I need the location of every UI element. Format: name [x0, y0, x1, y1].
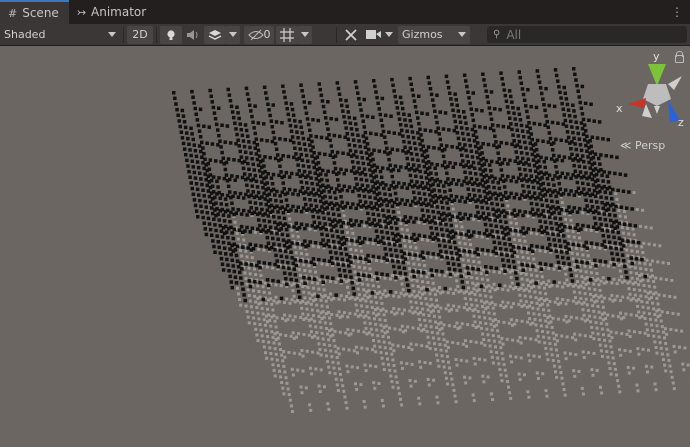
axis-z-label: z: [678, 116, 684, 129]
chevron-down-icon: [108, 32, 116, 37]
divider: [156, 26, 157, 43]
tab-scene-label: Scene: [22, 6, 59, 20]
chevron-down-icon: [384, 32, 393, 37]
scene-viewport[interactable]: [0, 46, 690, 447]
tools-icon: [345, 28, 357, 41]
gizmos-label: Gizmos: [402, 28, 443, 41]
chevron-down-icon: [458, 32, 466, 37]
hidden-count: 0: [263, 28, 271, 41]
more-options-icon[interactable]: ⋮: [671, 5, 684, 19]
grid-snap-icon: [280, 27, 294, 42]
axis-y-label: y: [653, 50, 660, 63]
search-icon: ⚲: [493, 29, 501, 40]
neg-y-cone[interactable]: [654, 106, 660, 114]
audio-toggle-button[interactable]: [182, 26, 204, 44]
effects-dropdown[interactable]: [226, 25, 240, 44]
center-cube[interactable]: [643, 84, 671, 106]
animator-icon: ↣: [76, 5, 87, 19]
grid-icon: #: [8, 6, 18, 20]
perspective-icon: ≪: [620, 139, 632, 152]
tab-scene[interactable]: # Scene: [0, 0, 69, 24]
hidden-objects-toggle[interactable]: 0: [244, 25, 274, 44]
camera-icon: [365, 30, 381, 39]
gizmos-dropdown[interactable]: Gizmos: [398, 25, 470, 44]
grid-toggle-button[interactable]: [276, 25, 298, 44]
tab-animator-label: Animator: [91, 5, 147, 19]
projection-label: Persp: [635, 139, 666, 152]
grid-dropdown[interactable]: [298, 25, 312, 44]
neg-x-cone[interactable]: [668, 76, 682, 90]
search-placeholder: All: [506, 27, 522, 42]
2d-toggle-button[interactable]: 2D: [127, 25, 153, 44]
speaker-icon: [187, 29, 198, 40]
axis-x-label: x: [616, 102, 623, 115]
effects-button[interactable]: [204, 25, 226, 44]
search-input[interactable]: ⚲ All: [487, 26, 687, 43]
eye-slash-icon: [247, 29, 264, 40]
layers-icon: [208, 29, 222, 40]
divider: [336, 26, 337, 43]
divider: [123, 26, 124, 43]
chevron-down-icon: [229, 32, 237, 37]
shading-mode-dropdown[interactable]: Shaded: [0, 26, 120, 44]
tools-button[interactable]: [340, 26, 362, 44]
shading-mode-label: Shaded: [4, 28, 46, 41]
x-axis-cone[interactable]: [628, 98, 646, 108]
lighting-toggle-button[interactable]: [160, 25, 182, 44]
lightbulb-icon: [167, 29, 175, 40]
chevron-down-icon: [301, 32, 309, 37]
tab-animator[interactable]: ↣ Animator: [69, 0, 156, 24]
projection-toggle[interactable]: ≪ Persp: [620, 139, 665, 152]
y-axis-cone[interactable]: [648, 64, 666, 86]
scene-toolbar: Shaded 2D 0 Gizmos ⚲ All: [0, 24, 690, 46]
tab-bar: # Scene ↣ Animator ⋮: [0, 0, 690, 24]
2d-toggle-label: 2D: [132, 28, 148, 41]
camera-dropdown[interactable]: [362, 26, 396, 44]
voxel-cube: [172, 67, 690, 413]
